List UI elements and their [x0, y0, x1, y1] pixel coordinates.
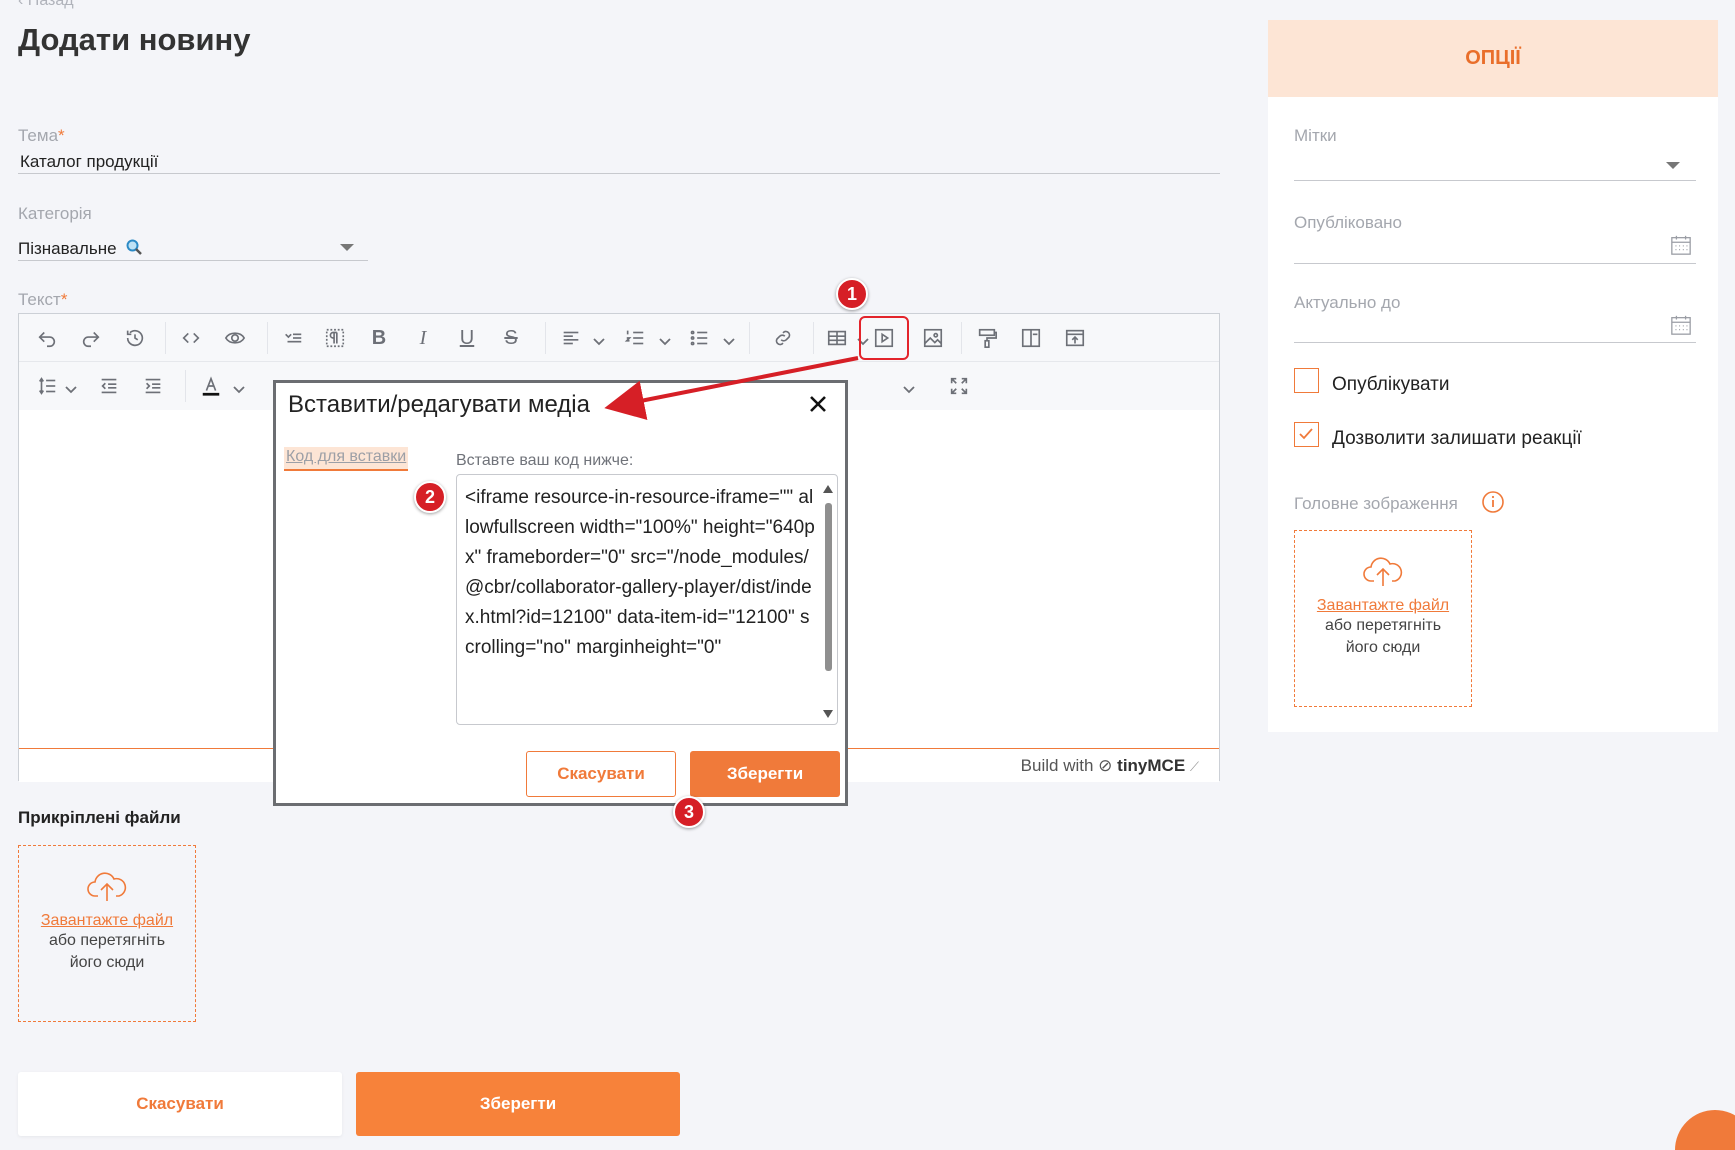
- outdent-icon[interactable]: [93, 370, 125, 402]
- attachments-upload-link[interactable]: Завантажте файл: [19, 912, 195, 930]
- attached-files-title: Прикріплені файли: [18, 808, 181, 827]
- info-icon[interactable]: [1481, 490, 1505, 519]
- italic-icon[interactable]: I: [407, 322, 439, 354]
- topic-underline: [18, 173, 1220, 174]
- back-link[interactable]: ‹ Назад: [18, 0, 74, 10]
- published-label: Опубліковано: [1294, 213, 1403, 232]
- scroll-thumb[interactable]: [825, 503, 832, 671]
- floating-help-button[interactable]: [1675, 1110, 1735, 1150]
- cloud-upload-icon: [1363, 557, 1403, 586]
- main-image-dropzone[interactable]: Завантажте файл або перетягніть його сюд…: [1294, 530, 1472, 707]
- align-left-icon[interactable]: [555, 322, 587, 354]
- history-icon[interactable]: [119, 322, 151, 354]
- image-icon[interactable]: [917, 322, 949, 354]
- actual-until-date-input[interactable]: [1294, 342, 1696, 343]
- text-direction-icon[interactable]: [277, 322, 309, 354]
- calendar-icon[interactable]: [1670, 314, 1692, 341]
- annotation-arrow-icon: [604, 356, 859, 420]
- main-image-label: Головне зображення: [1294, 494, 1458, 513]
- indent-icon[interactable]: [137, 370, 169, 402]
- fullscreen-icon[interactable]: [943, 370, 975, 402]
- text-label: Текст*: [18, 290, 68, 309]
- save-button[interactable]: Зберегти: [356, 1072, 680, 1136]
- publish-checkbox[interactable]: [1294, 368, 1319, 393]
- cloud-upload-icon: [87, 872, 127, 901]
- underline-icon[interactable]: U: [451, 322, 483, 354]
- dialog-title: Вставити/редагувати медіа: [288, 391, 590, 418]
- checkmark-icon: [1299, 428, 1313, 440]
- format-painter-icon[interactable]: [971, 322, 1003, 354]
- chevron-left-icon: ‹: [18, 0, 28, 9]
- source-code-icon[interactable]: [175, 322, 207, 354]
- page-title: Додати новину: [18, 22, 251, 57]
- actual-until-label: Актуально до: [1294, 293, 1401, 312]
- tinymce-logo-icon: ⊘: [1098, 756, 1113, 775]
- dialog-cancel-button[interactable]: Скасувати: [526, 751, 676, 797]
- tags-select[interactable]: [1294, 180, 1696, 181]
- embed-code-text: <iframe resource-in-resource-iframe="" a…: [465, 487, 815, 658]
- scroll-down-arrow-icon[interactable]: [823, 710, 833, 718]
- published-date-input[interactable]: [1294, 263, 1696, 264]
- tags-dropdown-icon[interactable]: [1666, 162, 1680, 169]
- upload-window-icon[interactable]: [1059, 322, 1091, 354]
- tab-embed-code[interactable]: Код для вставки: [284, 447, 409, 471]
- main-image-upload-link[interactable]: Завантажте файл: [1295, 597, 1471, 615]
- insert-media-dialog: Вставити/редагувати медіа Код для вставк…: [273, 380, 848, 806]
- line-height-icon[interactable]: [31, 370, 63, 402]
- attachments-upload-dropzone[interactable]: Завантажте файл або перетягніть його сюд…: [18, 845, 196, 1022]
- undo-icon[interactable]: [31, 322, 63, 354]
- paragraph-mark-icon[interactable]: [319, 322, 351, 354]
- resize-handle-icon[interactable]: ⟋: [1190, 759, 1199, 774]
- allow-reactions-label: Дозволити залишати реакції: [1332, 428, 1582, 449]
- template-layout-icon[interactable]: [1015, 322, 1047, 354]
- options-header: ОПЦІЇ: [1268, 20, 1718, 97]
- chevron-down-icon[interactable]: [340, 244, 354, 251]
- strikethrough-icon[interactable]: S: [495, 322, 527, 354]
- category-label: Категорія: [18, 204, 92, 223]
- topic-label: Тема*: [18, 126, 65, 145]
- bold-icon[interactable]: B: [363, 322, 395, 354]
- callout-2: 2: [414, 481, 446, 513]
- publish-label: Опублікувати: [1332, 374, 1450, 395]
- options-panel: ОПЦІЇ Мітки Опубліковано Актуально до Оп…: [1268, 20, 1718, 732]
- dialog-save-button[interactable]: Зберегти: [690, 751, 840, 797]
- page: ‹ Назад Додати новину Тема* Каталог прод…: [0, 0, 1735, 1150]
- text-color-icon[interactable]: [195, 370, 227, 402]
- allow-reactions-checkbox[interactable]: [1294, 422, 1319, 447]
- callout-1: 1: [836, 278, 868, 310]
- embed-instruction: Вставте ваш код нижче:: [456, 452, 634, 469]
- redo-icon[interactable]: [75, 322, 107, 354]
- cancel-button[interactable]: Скасувати: [18, 1072, 342, 1136]
- tinymce-branding[interactable]: Build with ⊘ tinyMCE ⟋: [1021, 756, 1199, 776]
- preview-eye-icon[interactable]: [219, 322, 251, 354]
- scroll-up-arrow-icon[interactable]: [823, 485, 833, 493]
- calendar-icon[interactable]: [1670, 234, 1692, 261]
- topic-input[interactable]: Каталог продукції: [20, 152, 158, 172]
- textarea-scrollbar[interactable]: [821, 477, 835, 722]
- embed-code-textarea[interactable]: <iframe resource-in-resource-iframe="" a…: [456, 474, 838, 725]
- callout-3: 3: [673, 796, 705, 828]
- category-select[interactable]: Пізнавальне: [18, 238, 143, 261]
- category-underline: [18, 260, 368, 261]
- tags-label: Мітки: [1294, 126, 1337, 145]
- magnifier-icon: [125, 238, 143, 261]
